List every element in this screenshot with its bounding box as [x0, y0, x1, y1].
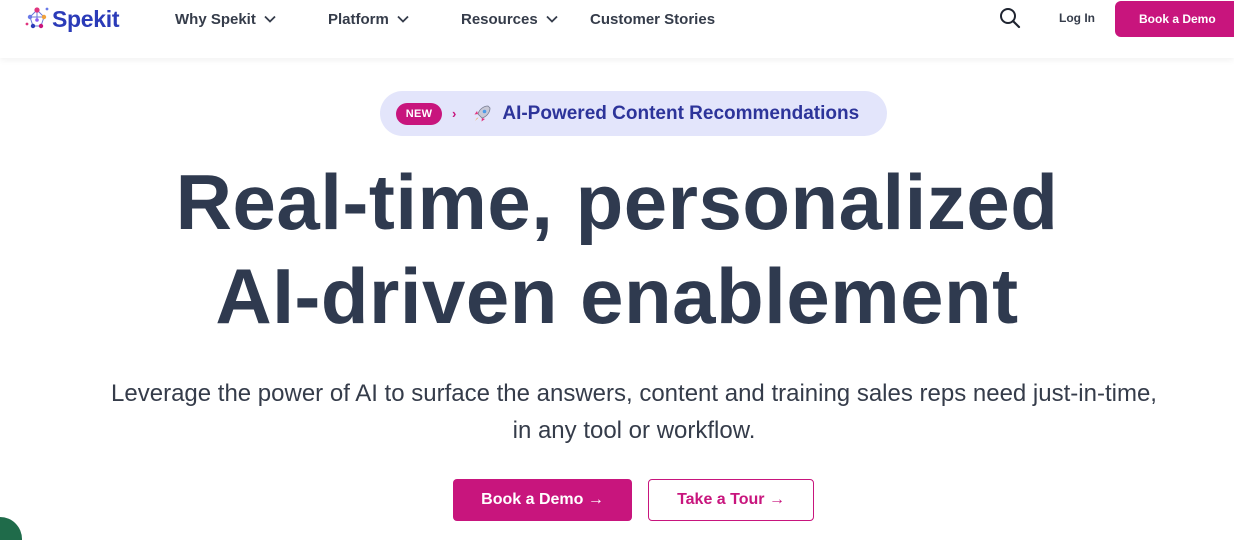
hero-headline: Real-time, personalized AI-driven enable…	[0, 155, 1234, 343]
spekit-logo[interactable]: Spekit	[24, 4, 120, 34]
nav-item-platform[interactable]: Platform	[328, 8, 409, 30]
hero-subheadline: Leverage the power of AI to surface the …	[111, 380, 1157, 444]
headline-line-1: Real-time, personalized	[175, 158, 1059, 246]
nav-item-label: Resources	[461, 10, 538, 28]
logo-wordmark: Spekit	[52, 5, 120, 32]
book-demo-nav-button[interactable]: Book a Demo	[1115, 1, 1234, 37]
login-link[interactable]: Log In	[1059, 11, 1095, 25]
search-icon[interactable]	[999, 7, 1021, 29]
chevron-down-icon	[397, 15, 409, 23]
take-tour-button[interactable]: Take a Tour →	[648, 479, 814, 521]
chat-widget-button[interactable]	[0, 517, 22, 540]
nav-item-label: Why Spekit	[175, 10, 256, 28]
page: Spekit Why Spekit Platform Resources Cus…	[0, 0, 1234, 540]
book-demo-button[interactable]: Book a Demo →	[453, 479, 632, 521]
nav-item-label: Platform	[328, 10, 389, 28]
nav-item-resources[interactable]: Resources	[461, 8, 558, 30]
nav-item-customer-stories[interactable]: Customer Stories	[590, 8, 715, 30]
announcement-badge[interactable]: NEW › AI-Powered Content Recommendations	[380, 91, 887, 136]
nav-item-why-spekit[interactable]: Why Spekit	[175, 8, 276, 30]
new-tag: NEW	[396, 102, 442, 125]
chevron-down-icon	[264, 15, 276, 23]
nav-item-label: Customer Stories	[590, 10, 716, 28]
headline-line-2: AI-driven enablement	[215, 252, 1019, 340]
chevron-right-icon: ›	[452, 106, 457, 121]
top-navigation: Spekit Why Spekit Platform Resources Cus…	[0, 0, 1234, 58]
chevron-down-icon	[546, 15, 558, 23]
rocket-icon	[474, 105, 491, 121]
spekit-logo-icon	[25, 7, 49, 29]
announcement-text: AI-Powered Content Recommendations	[502, 102, 860, 124]
